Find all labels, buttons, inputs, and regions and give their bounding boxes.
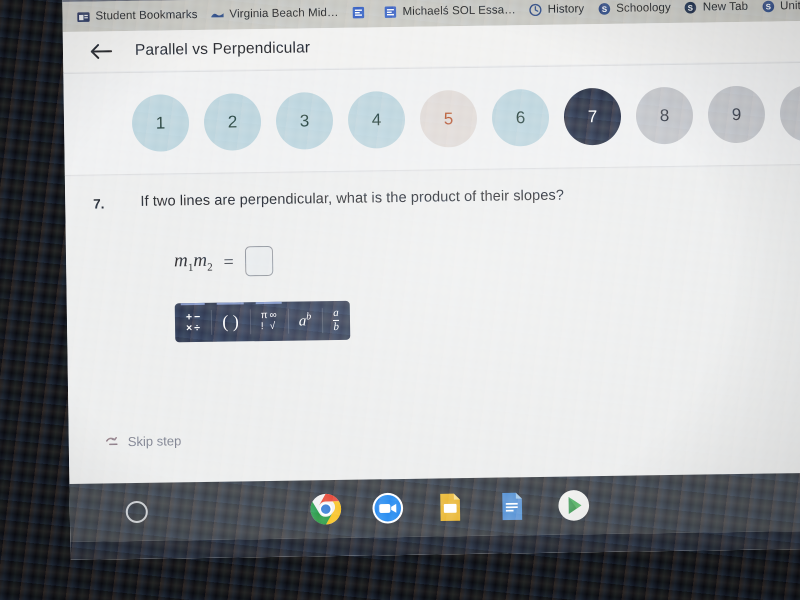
skip-step-button[interactable]: Skip step (105, 433, 182, 450)
bookmark-history[interactable]: History (529, 2, 585, 17)
wave-icon (211, 13, 224, 18)
bookmark-student-bookmarks[interactable]: Student Bookmarks (76, 8, 198, 24)
answer-input[interactable] (244, 245, 273, 277)
step-9[interactable]: 9 (707, 85, 766, 144)
bookmark-label: History (547, 3, 585, 16)
chrome-icon[interactable] (309, 492, 344, 527)
sqrt-icon: √ (269, 320, 276, 332)
bookmark-schoology[interactable]: S Schoology (597, 1, 671, 16)
schoology-icon: S (685, 1, 697, 14)
bookmark-label: Schoology (616, 1, 671, 15)
step-4[interactable]: 4 (347, 90, 406, 149)
fraction-numerator: a (333, 306, 339, 320)
bookmark-unit[interactable]: S Unit (761, 0, 800, 14)
zoom-icon[interactable] (371, 491, 406, 526)
step-1[interactable]: 1 (131, 94, 190, 152)
math-keypad: + − × ÷ ( ) π ∞ ! √ ab a b (174, 300, 351, 343)
chromebook-screen: =8237 11030 Student Bookmarks Virginia B… (62, 0, 800, 560)
times-icon: × (186, 322, 193, 335)
bookmark-docs-1[interactable] (351, 5, 370, 19)
bookmark-label: New Tab (702, 0, 749, 14)
svg-text:S: S (688, 4, 693, 13)
keypad-fraction-button[interactable]: a b (322, 301, 350, 340)
bookmark-label: Student Bookmarks (95, 8, 198, 23)
minus-icon: − (193, 310, 201, 324)
page-title: Parallel vs Perpendicular (134, 39, 311, 59)
folder-icon (77, 12, 90, 23)
parentheses-glyph: ( ) (222, 311, 239, 332)
step-8[interactable]: 8 (635, 86, 694, 145)
shelf-app-tray (309, 488, 591, 526)
equals-sign: = (223, 250, 234, 272)
play-store-icon[interactable] (557, 488, 592, 523)
keypad-operators-button[interactable]: + − × ÷ (175, 303, 212, 343)
step-10[interactable]: 10 (779, 84, 800, 143)
answer-expression: m1m2 = (173, 245, 273, 277)
svg-text:S: S (602, 5, 607, 14)
google-slides-icon[interactable] (433, 490, 468, 525)
keypad-parentheses-button[interactable]: ( ) (211, 302, 250, 342)
operator-glyphs: + − × ÷ (185, 310, 201, 335)
step-7[interactable]: 7 (563, 87, 622, 146)
bookmark-label: Virginia Beach Mid… (229, 6, 339, 21)
history-clock-icon (529, 3, 542, 17)
back-arrow-icon[interactable] (89, 41, 113, 61)
fraction-glyph: a b (333, 306, 340, 334)
photo-of-screen: =8237 11030 Student Bookmarks Virginia B… (0, 0, 800, 600)
plus-icon: + (185, 311, 193, 324)
exponent-glyph: ab (298, 311, 312, 330)
skip-arrow-icon (106, 436, 118, 446)
question-number: 7. (93, 196, 105, 212)
step-navigation: 1 2 3 4 5 6 7 8 9 10 11 (63, 61, 800, 176)
schoology-icon: S (762, 0, 774, 13)
symbol-glyphs: π ∞ ! √ (260, 309, 277, 333)
question-row: 7. If two lines are perpendicular, what … (93, 188, 564, 212)
step-6[interactable]: 6 (491, 88, 550, 147)
bookmark-michaels-sol-essay[interactable]: Michaelś SOL Essa… (383, 3, 516, 19)
google-docs-icon (352, 6, 365, 19)
bookmark-virginia-beach-mid[interactable]: Virginia Beach Mid… (210, 6, 339, 22)
bookmark-label: Unit (779, 0, 800, 13)
google-docs-icon[interactable] (495, 489, 530, 524)
schoology-icon: S (598, 3, 611, 15)
keypad-exponent-button[interactable]: ab (288, 301, 323, 341)
svg-text:S: S (765, 2, 770, 11)
factorial-icon: ! (260, 321, 264, 333)
bookmark-new-tab[interactable]: S New Tab (684, 0, 748, 15)
bookmark-label: Michaelś SOL Essa… (402, 4, 516, 18)
pi-icon: π (260, 309, 268, 322)
step-5[interactable]: 5 (419, 89, 478, 148)
expression-m1-m2: m1m2 (173, 249, 213, 275)
question-text: If two lines are perpendicular, what is … (140, 187, 565, 210)
launcher-button[interactable] (125, 500, 148, 524)
infinity-icon: ∞ (269, 309, 277, 321)
skip-step-label: Skip step (127, 433, 182, 450)
keypad-symbols-button[interactable]: π ∞ ! √ (249, 302, 288, 342)
fraction-denominator: b (333, 320, 340, 334)
google-docs-icon (384, 6, 397, 18)
step-3[interactable]: 3 (275, 91, 334, 150)
divide-icon: ÷ (194, 321, 201, 335)
chromeos-shelf (69, 472, 800, 542)
step-2[interactable]: 2 (203, 93, 262, 151)
